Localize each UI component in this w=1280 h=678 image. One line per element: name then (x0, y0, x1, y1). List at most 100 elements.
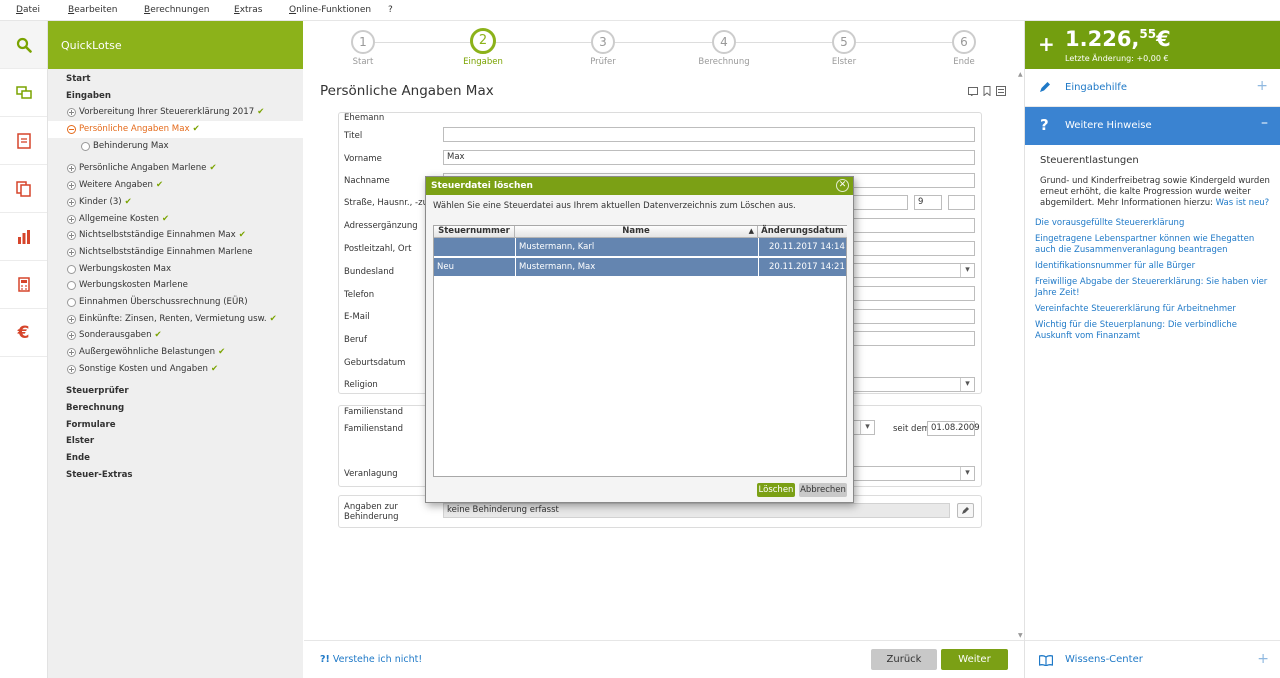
hausnr-input[interactable]: 9 (914, 195, 942, 210)
sidebar-item-label: Formulare (66, 419, 116, 430)
dialog-message: Wählen Sie eine Steuerdatei aus Ihrem ak… (433, 201, 796, 211)
next-button[interactable]: Weiter (941, 649, 1008, 670)
col-name-label: Name (622, 226, 650, 236)
menu-help[interactable]: ? (388, 5, 393, 15)
hinweise-content: Steuerentlastungen Grund- und Kinderfrei… (1025, 145, 1280, 209)
sidebar-item[interactable]: Berechnung (48, 400, 303, 417)
sidebar-item[interactable]: Persönliche Angaben Max ✔ (48, 121, 303, 138)
weitere-hinweise-row[interactable]: ? Weitere Hinweise – (1025, 107, 1280, 145)
sidebar-item-label: Einkünfte: Zinsen, Renten, Vermietung us… (79, 313, 267, 324)
step-2[interactable]: 2 Eingaben (443, 28, 523, 67)
section-familienstand-title: Familienstand (344, 407, 404, 417)
note-icon[interactable] (968, 86, 978, 96)
sidebar-item[interactable]: Allgemeine Kosten ✔ (48, 211, 303, 228)
dialog-close-icon[interactable]: ✕ (836, 179, 849, 192)
expand-icon (67, 364, 76, 374)
sidebar-item[interactable]: Behinderung Max (48, 138, 303, 155)
bookmark-icon[interactable] (983, 86, 991, 96)
sidebar-item[interactable]: Elster (48, 433, 303, 450)
step-4[interactable]: 4 Berechnung (684, 30, 764, 67)
euro-strip-button[interactable]: € (0, 309, 47, 357)
step-5[interactable]: 5 Elster (804, 30, 884, 67)
sidebar-item-label: Persönliche Angaben Max (79, 124, 190, 135)
sidebar-item[interactable]: Steuerprüfer (48, 383, 303, 400)
step-6[interactable]: 6 Ende (924, 30, 1004, 67)
wissens-center-row[interactable]: Wissens-Center + (1025, 640, 1280, 678)
sidebar-item[interactable]: Nichtselbstständige Einnahmen Marlene (48, 244, 303, 261)
sidebar-item[interactable]: Start (48, 71, 303, 88)
sidebar-title: QuickLotse (48, 21, 303, 69)
sidebar-nav: Start Eingaben Vorbereitung Ihrer Steuerer… (48, 69, 303, 484)
sidebar-item[interactable]: Ende (48, 450, 303, 467)
form-strip-button[interactable] (0, 117, 47, 165)
sidebar-item[interactable]: Steuer-Extras (48, 467, 303, 484)
title-actions (968, 86, 1006, 96)
sidebar-item[interactable]: Sonderausgaben ✔ (48, 327, 303, 344)
check-icon: ✔ (192, 124, 200, 135)
plus-icon[interactable]: + (1038, 32, 1055, 56)
hinweis-link[interactable]: Freiwillige Abgabe der Steuererklärung: … (1025, 277, 1280, 304)
menu-datei[interactable]: Datei (16, 5, 40, 15)
step-1[interactable]: 1 Start (323, 30, 403, 67)
search-strip-button[interactable] (0, 21, 47, 69)
list-icon[interactable] (996, 86, 1006, 96)
sidebar-item[interactable]: Formulare (48, 417, 303, 434)
seit-dem-label: seit dem (893, 424, 930, 434)
step-3[interactable]: 3 Prüfer (563, 30, 643, 67)
chat-strip-button[interactable] (0, 69, 47, 117)
col-steuernummer[interactable]: Steuernummer (434, 226, 515, 238)
col-name[interactable]: Name ▲ (515, 226, 758, 238)
col-aenderungsdatum[interactable]: Änderungsdatum (758, 226, 847, 238)
menu-berechnungen[interactable]: Berechnungen (144, 5, 209, 15)
hinweis-link[interactable]: Identifikationsnummer für alle Bürger (1025, 261, 1280, 277)
behinderung-field: keine Behinderung erfasst (443, 503, 950, 518)
sidebar-item[interactable]: Werbungskosten Max (48, 261, 303, 278)
sidebar-item-label: Einnahmen Überschussrechnung (EÜR) (79, 296, 248, 307)
vertical-scrollbar[interactable]: ▲ ▼ (1016, 71, 1024, 639)
help-link[interactable]: ?! Verstehe ich nicht! (320, 654, 422, 665)
seit-dem-input[interactable]: 01.08.2009 (927, 421, 980, 436)
sidebar-item[interactable]: Kinder (3) ✔ (48, 194, 303, 211)
sidebar-item[interactable]: Nichtselbstständige Einnahmen Max ✔ (48, 227, 303, 244)
calculator-strip-button[interactable] (0, 261, 47, 309)
expand-icon (67, 164, 76, 174)
hinweis-link[interactable]: Vereinfachte Steuererklärung für Arbeitn… (1025, 304, 1280, 320)
sidebar-item[interactable]: Weitere Angaben ✔ (48, 177, 303, 194)
sidebar-item[interactable]: Außergewöhnliche Belastungen ✔ (48, 344, 303, 361)
loeschen-button[interactable]: Löschen (757, 483, 795, 497)
sidebar-item[interactable]: Persönliche Angaben Marlene ✔ (48, 160, 303, 177)
icon-strip: € (0, 21, 48, 678)
menu-online-funktionen[interactable]: Online-Funktionen (289, 5, 371, 15)
table-row[interactable]: Neu Mustermann, Max 20.11.2017 14:21 (434, 258, 846, 277)
dialog-title: Steuerdatei löschen (431, 181, 533, 191)
sidebar-item[interactable]: Sonstige Kosten und Angaben ✔ (48, 361, 303, 378)
copy-strip-button[interactable] (0, 165, 47, 213)
sidebar-item-label: Elster (66, 436, 95, 447)
abbrechen-button[interactable]: Abbrechen (799, 483, 847, 497)
sidebar-item[interactable]: Vorbereitung Ihrer Steuererklärung 2017 ✔ (48, 104, 303, 121)
sidebar-item[interactable]: Einkünfte: Zinsen, Renten, Vermietung us… (48, 311, 303, 328)
was-ist-neu-link[interactable]: Was ist neu? (1216, 198, 1270, 208)
menu-bearbeiten[interactable]: Bearbeiten (68, 5, 117, 15)
sidebar-item[interactable]: Eingaben (48, 88, 303, 105)
step-label: Prüfer (590, 57, 616, 67)
sidebar-item-label: Weitere Angaben (79, 180, 153, 191)
table-row[interactable]: Mustermann, Karl 20.11.2017 14:14 (434, 238, 846, 257)
sidebar-item[interactable]: Einnahmen Überschussrechnung (EÜR) (48, 294, 303, 311)
titel-input[interactable] (443, 127, 975, 142)
menu-extras[interactable]: Extras (234, 5, 262, 15)
sidebar-item[interactable]: Werbungskosten Marlene (48, 277, 303, 294)
eingabehilfe-row[interactable]: Eingabehilfe + (1025, 69, 1280, 107)
expand-icon (67, 247, 76, 257)
circle-icon (67, 264, 76, 274)
behinderung-edit-button[interactable] (957, 503, 974, 518)
form-icon (16, 132, 31, 149)
chart-strip-button[interactable] (0, 213, 47, 261)
hinweis-link[interactable]: Eingetragene Lebenspartner können wie Eh… (1025, 234, 1280, 261)
back-button[interactable]: Zurück (871, 649, 937, 670)
hinweis-link[interactable]: Wichtig für die Steuerplanung: Die verbi… (1025, 320, 1280, 347)
right-panel: + 1.226,55€ Letzte Änderung: +0,00 € Ein… (1024, 21, 1280, 678)
hinweis-link[interactable]: Die vorausgefüllte Steuererklärung (1025, 218, 1280, 234)
vorname-input[interactable]: Max (443, 150, 975, 165)
hausnr-zusatz-input[interactable] (948, 195, 975, 210)
